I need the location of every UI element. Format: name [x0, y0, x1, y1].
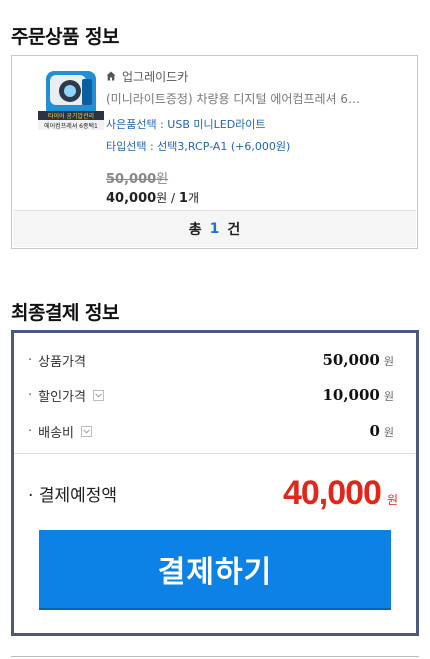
shipping-currency: 원: [383, 426, 394, 439]
expected-payment-label: 결제예정액: [38, 485, 118, 506]
original-price-value: 50,000: [106, 172, 157, 187]
chevron-down-icon[interactable]: [81, 425, 93, 437]
divider: [14, 453, 416, 454]
discount-label: 할인가격: [38, 389, 86, 405]
pay-button[interactable]: 결제하기: [39, 530, 391, 610]
discount-row: · 할인가격 10,000 원: [28, 385, 394, 405]
expected-payment-currency: 원: [386, 492, 398, 507]
shipping-row: · 배송비 0 원: [28, 421, 394, 441]
expected-payment-value: 40,000: [282, 473, 382, 512]
total-suffix: 건: [227, 222, 241, 238]
store-name: 업그레이드카: [122, 69, 189, 84]
order-item-card: 타이어 공기압관리 에어컴프레셔 6종택1 업그레이드카 (미니라이트증정) 차…: [11, 55, 418, 249]
price-row: · 상품가격 50,000 원: [28, 350, 394, 370]
chevron-down-icon[interactable]: [92, 389, 104, 401]
payment-section-title: 최종결제 정보: [11, 302, 120, 324]
order-section-title: 주문상품 정보: [11, 26, 120, 48]
quantity-unit: 개: [187, 191, 199, 205]
bullet: ·: [28, 352, 33, 368]
option-gift: 사은품선택 : USB 미니LED라이트: [106, 118, 266, 131]
original-price: 50,000원: [106, 168, 409, 187]
home-icon: [106, 71, 116, 81]
divider: [11, 656, 419, 657]
original-price-unit: 원: [156, 172, 169, 187]
payment-summary-box: · 상품가격 50,000 원 · 할인가격 10,000 원 · 배송비 0: [11, 330, 419, 636]
expected-payment-row: · 결제예정액 40,000 원: [28, 471, 398, 515]
thumbnail-caption-1: 타이어 공기압관리: [48, 112, 94, 120]
shipping-label: 배송비: [38, 425, 75, 441]
price-label: 상품가격: [38, 354, 86, 370]
sale-price-value: 40,000: [106, 191, 157, 206]
total-count: 1: [209, 221, 220, 237]
price-quantity-separator: /: [167, 191, 179, 205]
store-link[interactable]: 업그레이드카: [106, 68, 409, 84]
sale-price: 40,000원 / 1개: [106, 189, 409, 206]
product-name[interactable]: (미니라이트증정) 차량용 디지털 에어컴프레셔 6…: [106, 90, 409, 107]
bullet: ·: [28, 485, 34, 506]
bullet: ·: [28, 423, 33, 439]
bullet: ·: [28, 387, 33, 403]
total-prefix: 총: [188, 222, 202, 238]
sale-price-unit: 원: [156, 191, 168, 205]
discount-currency: 원: [383, 390, 394, 403]
order-total-bar: 총 1 건: [13, 210, 416, 247]
option-type: 타입선택 : 선택3,RCP-A1 (+6,000원): [106, 140, 291, 153]
shipping-value: 0: [369, 422, 380, 440]
price-value: 50,000: [322, 351, 380, 369]
thumbnail-caption-2: 에어컴프레셔 6종택1: [44, 122, 98, 130]
quantity-value: 1: [178, 191, 188, 206]
price-currency: 원: [383, 355, 394, 368]
discount-value: 10,000: [322, 386, 380, 404]
product-thumbnail[interactable]: 타이어 공기압관리 에어컴프레셔 6종택1: [38, 69, 104, 135]
